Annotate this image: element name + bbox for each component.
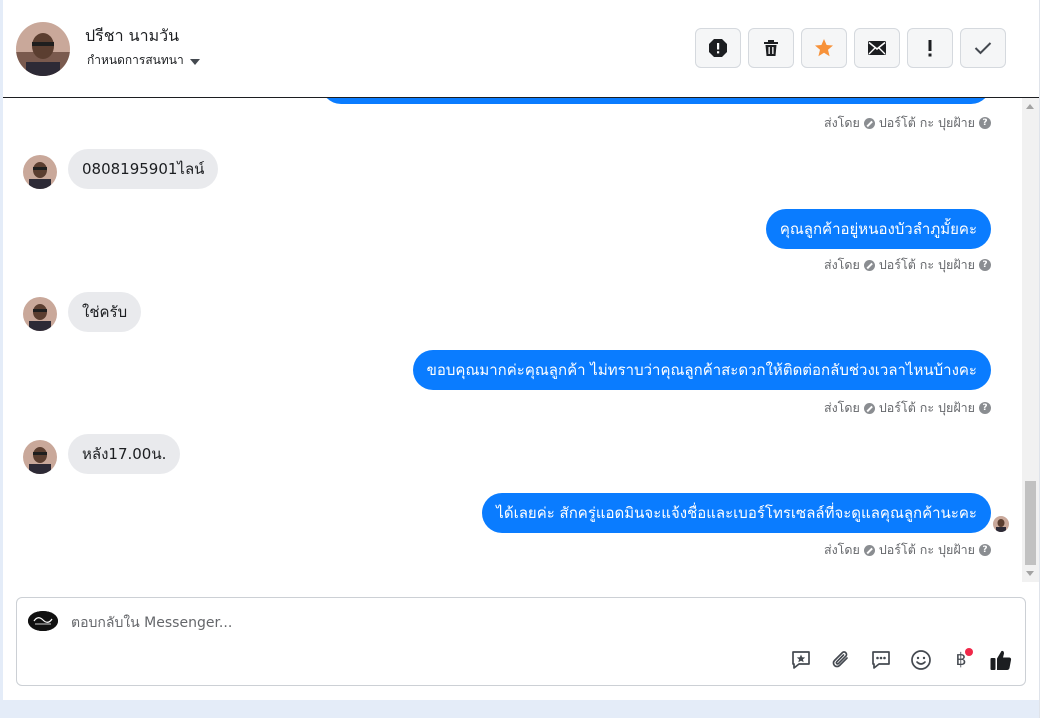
message-bubble-incoming: ใช่ครับ [68, 292, 142, 332]
message-bubble-outgoing: คุณลูกค้าอยู่หนองบัวลำภูมั้ยคะ [765, 209, 991, 249]
emoji-icon [911, 650, 931, 670]
composer-tools: ฿ [789, 648, 1013, 672]
notification-dot [965, 648, 973, 656]
sender-name: ปอร์โต้ กะ ปุยฝ้าย [878, 115, 975, 130]
sent-by-line: ส่งโดย ปอร์โต้ กะ ปุยฝ้าย ? [824, 113, 991, 133]
help-icon[interactable]: ? [979, 544, 991, 556]
check-icon [974, 42, 992, 55]
header-actions [695, 28, 1006, 68]
saved-reply-button[interactable] [789, 648, 813, 672]
assign-label: กำหนดการสนทนา [87, 53, 184, 67]
important-icon [928, 40, 932, 57]
like-button[interactable] [989, 648, 1013, 672]
scroll-thumb[interactable] [1025, 481, 1036, 565]
sent-by-line: ส่งโดย ปอร์โต้ กะ ปุยฝ้าย ? [824, 398, 991, 418]
sender-badge-icon [863, 259, 875, 271]
mark-spam-button[interactable] [695, 28, 741, 68]
message-scrollbar[interactable] [1022, 98, 1039, 582]
sender-name: ปอร์โต้ กะ ปุยฝ้าย [878, 257, 975, 272]
contact-avatar-small [23, 155, 57, 189]
sender-badge-icon [863, 544, 875, 556]
trash-icon [764, 40, 778, 56]
saved-reply-icon [792, 651, 810, 669]
chat-icon [872, 651, 890, 669]
payment-button[interactable]: ฿ [949, 648, 973, 672]
conversation-header: ปรีชา นามวัน กำหนดการสนทนา [3, 0, 1039, 98]
attach-button[interactable] [829, 648, 853, 672]
message-thread[interactable]: ส่งโดย ปอร์โต้ กะ ปุยฝ้าย ? 0808195901ไล… [3, 98, 1039, 582]
conversation-panel: ปรีชา นามวัน กำหนดการสนทนา ส่งโดย ปอร์โต… [3, 0, 1039, 700]
sent-by-label: ส่งโดย [823, 542, 860, 557]
sender-name: ปอร์โต้ กะ ปุยฝ้าย [878, 400, 975, 415]
delete-button[interactable] [748, 28, 794, 68]
spam-icon [709, 39, 727, 57]
emoji-button[interactable] [909, 648, 933, 672]
message-bubble-outgoing: ได้เลยค่ะ สักครู่แอดมินจะแจ้งชื่อและเบอร… [482, 493, 991, 533]
contact-name[interactable]: ปรีชา นามวัน [85, 24, 179, 49]
message-bubble-outgoing [321, 98, 991, 104]
star-icon [815, 39, 833, 57]
help-icon[interactable]: ? [979, 117, 991, 129]
sent-by-line: ส่งโดย ปอร์โต้ กะ ปุยฝ้าย ? [824, 540, 991, 560]
mark-unread-button[interactable] [854, 28, 900, 68]
seen-avatar [993, 516, 1009, 532]
sent-by-label: ส่งโดย [823, 400, 860, 415]
reply-input[interactable] [71, 612, 771, 634]
caret-down-icon [189, 58, 200, 65]
attach-icon [832, 651, 848, 668]
contact-avatar-small [23, 297, 57, 331]
help-icon[interactable]: ? [979, 402, 991, 414]
star-button[interactable] [801, 28, 847, 68]
mark-done-button[interactable] [960, 28, 1006, 68]
sent-by-label: ส่งโดย [823, 257, 860, 272]
mail-icon [868, 41, 886, 55]
scroll-up-arrow[interactable] [1026, 104, 1034, 109]
sent-by-label: ส่งโดย [823, 115, 860, 130]
like-icon [990, 650, 1012, 670]
assign-conversation-dropdown[interactable]: กำหนดการสนทนา [87, 51, 200, 70]
page-logo [28, 611, 58, 631]
sent-by-line: ส่งโดย ปอร์โต้ กะ ปุยฝ้าย ? [824, 255, 991, 275]
sender-badge-icon [863, 402, 875, 414]
message-bubble-incoming: 0808195901ไลน์ [68, 149, 219, 189]
message-bubble-incoming: หลัง17.00น. [68, 434, 181, 474]
contact-avatar[interactable] [16, 22, 70, 76]
chat-button[interactable] [869, 648, 893, 672]
mark-important-button[interactable] [907, 28, 953, 68]
message-bubble-outgoing: ขอบคุณมากค่ะคุณลูกค้า ไม่ทราบว่าคุณลูกค้… [412, 350, 991, 390]
sender-name: ปอร์โต้ กะ ปุยฝ้าย [878, 542, 975, 557]
contact-avatar-small [23, 440, 57, 474]
page-scroll-strip [1039, 0, 1051, 718]
reply-composer: ฿ [16, 597, 1026, 686]
help-icon[interactable]: ? [979, 259, 991, 271]
sender-badge-icon [863, 117, 875, 129]
scroll-down-arrow[interactable] [1026, 571, 1034, 576]
